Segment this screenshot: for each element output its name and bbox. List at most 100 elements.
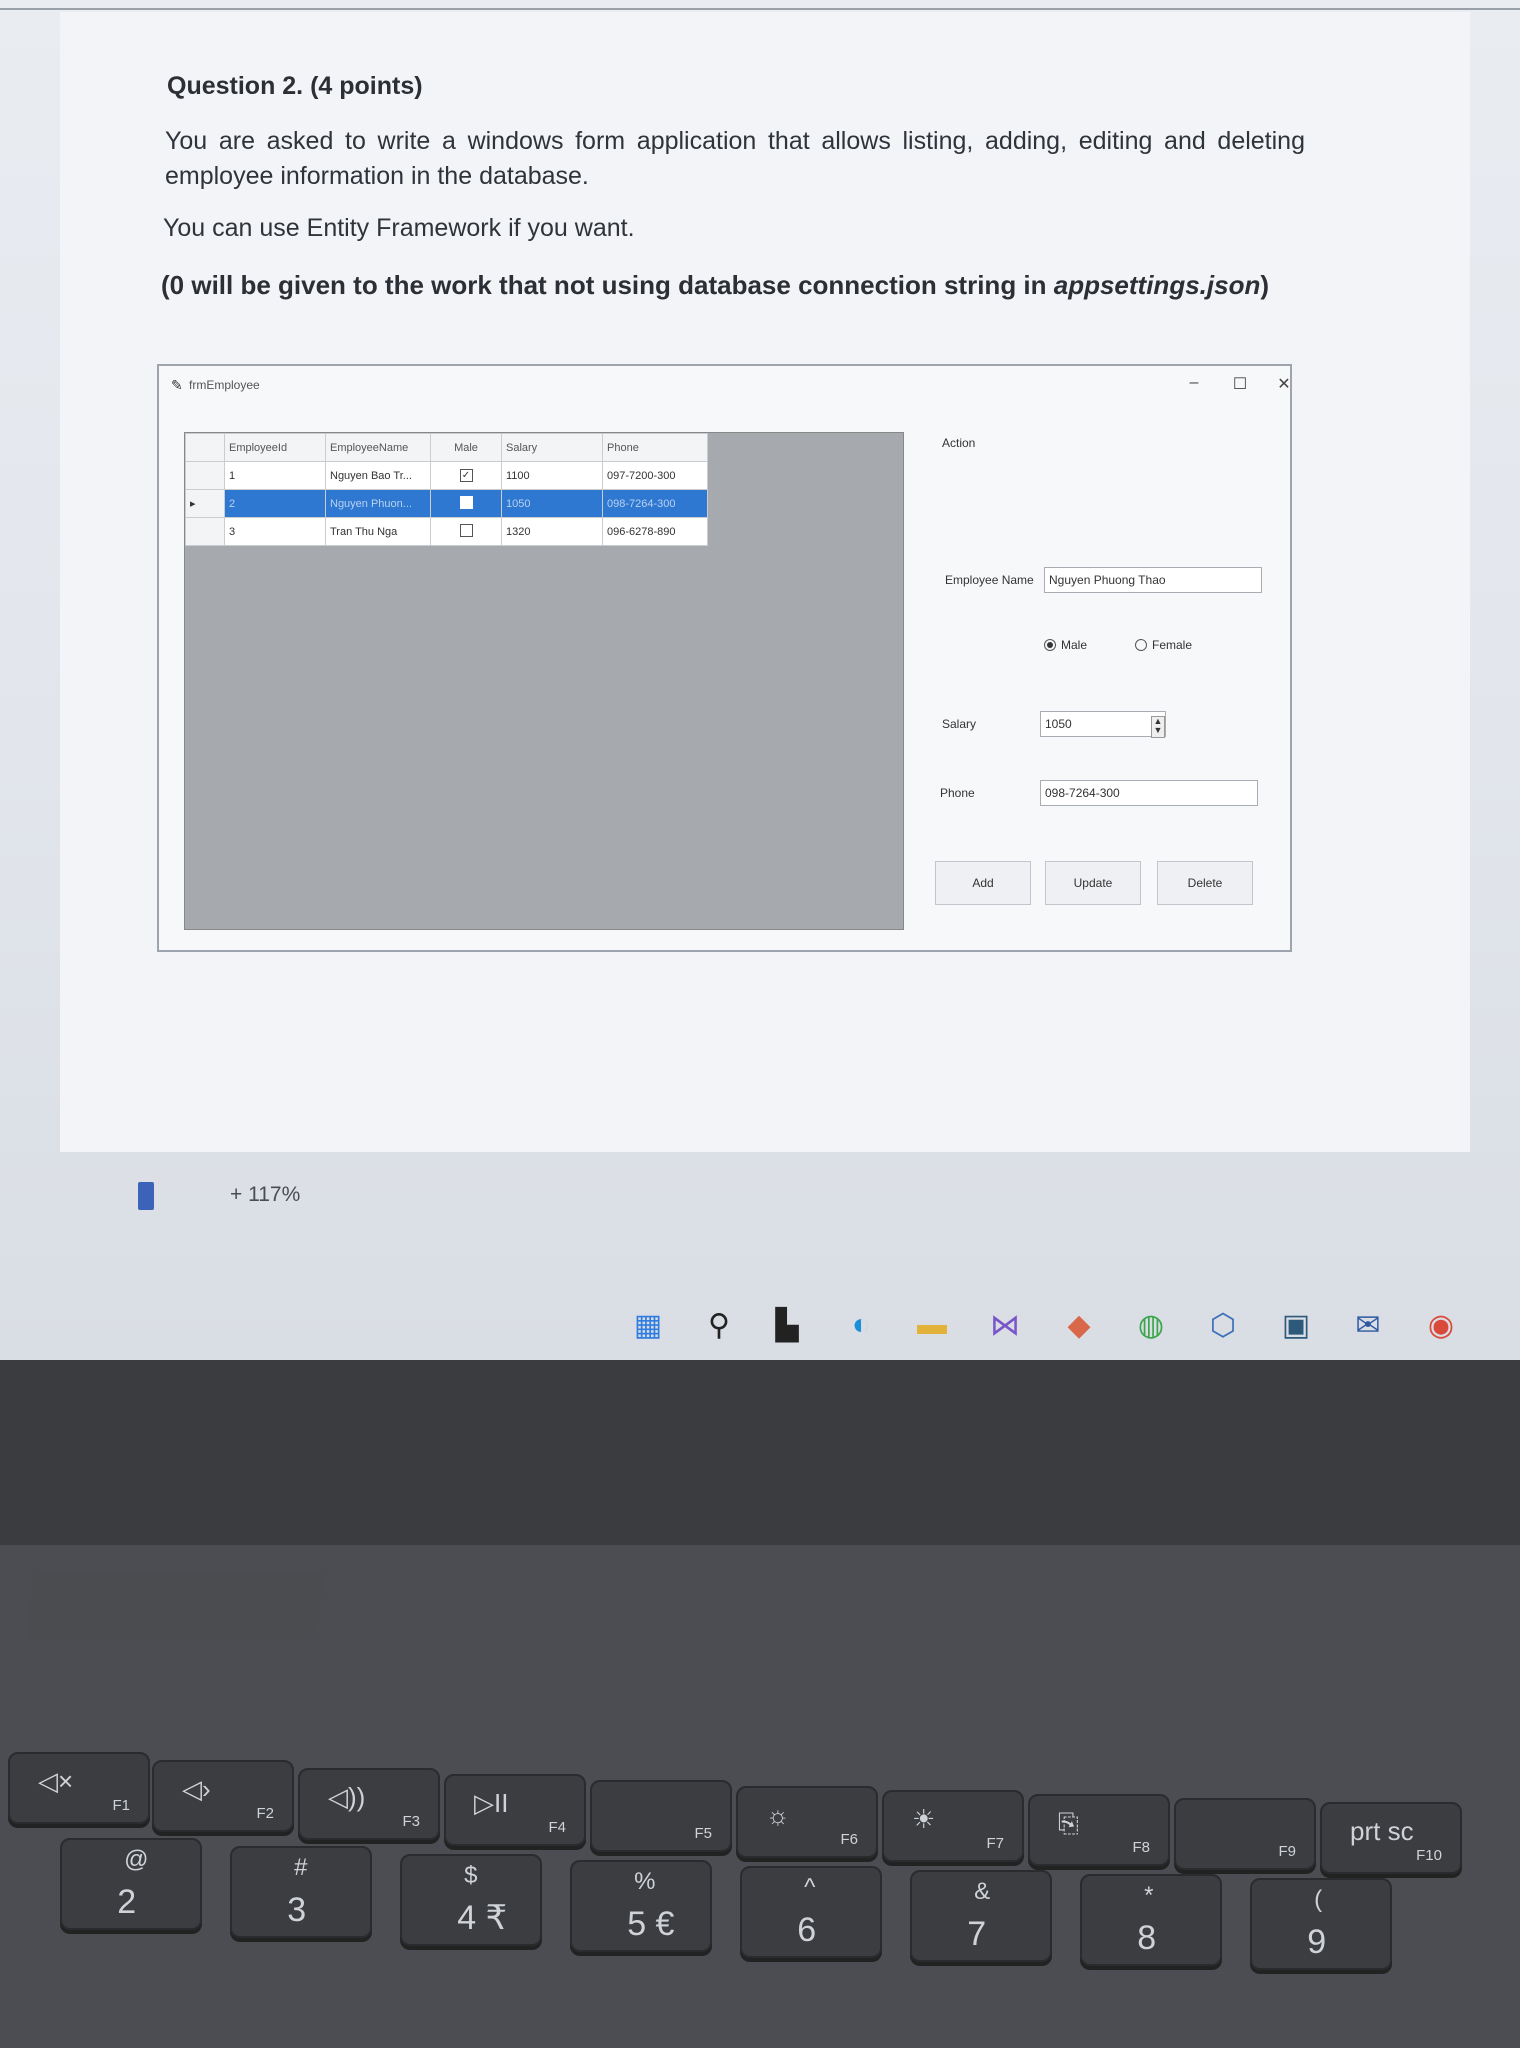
key-7[interactable]: & 7 [910, 1870, 1052, 1962]
employee-datagrid[interactable]: EmployeeId EmployeeName Male Salary Phon… [184, 432, 904, 930]
male-checkbox[interactable]: ✓ [459, 469, 473, 482]
key-f4[interactable]: ▷II F4 [444, 1774, 586, 1846]
key-5[interactable]: % 5 € [570, 1860, 712, 1952]
row-header[interactable] [185, 461, 225, 490]
phone-input[interactable] [1040, 780, 1258, 806]
male-checkbox[interactable] [459, 523, 473, 537]
cell-salary[interactable]: 1320 [501, 517, 603, 546]
cell-employeeid[interactable]: 2 [224, 489, 326, 518]
cell-employeename[interactable]: Nguyen Phuon... [325, 489, 431, 518]
key-fn-label: F7 [986, 1835, 1004, 1852]
windows-start-icon[interactable]: ▦ [629, 1306, 667, 1344]
zoom-level[interactable]: + 117% [230, 1183, 300, 1207]
row-header[interactable]: ▸ [185, 489, 225, 518]
phone-label: Phone [940, 786, 975, 800]
app-icon-3[interactable]: ▣ [1277, 1306, 1315, 1344]
key-symbol: prt sc [1350, 1816, 1414, 1846]
male-checkbox[interactable] [459, 495, 473, 509]
cube-icon[interactable]: ⬡ [1204, 1306, 1242, 1344]
cell-employeeid[interactable]: 1 [224, 461, 326, 490]
key-f9[interactable]: F9 [1174, 1798, 1316, 1870]
cell-phone[interactable]: 098-7264-300 [602, 489, 708, 518]
file-explorer-icon[interactable]: ▬ [913, 1306, 951, 1344]
key-fn-label: F4 [548, 1819, 566, 1836]
key-8[interactable]: * 8 [1080, 1874, 1222, 1966]
app-icon[interactable]: ◆ [1060, 1306, 1098, 1344]
chrome-icon[interactable]: ◉ [1422, 1306, 1460, 1344]
add-button[interactable]: Add [935, 861, 1031, 905]
key-symbol: ◁× [38, 1766, 74, 1796]
minimize-button[interactable]: – [1179, 374, 1209, 392]
column-header-employeeid[interactable]: EmployeeId [224, 433, 326, 462]
key-3[interactable]: #3 [230, 1846, 372, 1938]
key-4[interactable]: $4 ₹ [400, 1854, 542, 1946]
key-symbol: ▷II [474, 1788, 509, 1818]
key-6[interactable]: ^ 6 [740, 1866, 882, 1958]
key-symbol: ☀ [912, 1804, 936, 1834]
key-fn-label: F10 [1416, 1847, 1442, 1864]
edge-icon[interactable]: ◐ [842, 1306, 880, 1344]
key-symbol: ◁› [182, 1774, 211, 1804]
key-fn-label: F8 [1132, 1839, 1150, 1856]
key-f2[interactable]: ◁› F2 [152, 1760, 294, 1832]
update-button[interactable]: Update [1045, 861, 1141, 905]
screen-top-divider [0, 8, 1520, 10]
column-header-salary[interactable]: Salary [501, 433, 603, 462]
paragraph-3-prefix: (0 will be given to the work that not us… [161, 270, 1054, 300]
key-f3[interactable]: ◁)) F3 [298, 1768, 440, 1840]
key-f6[interactable]: ☼ F6 [736, 1786, 878, 1858]
close-button[interactable]: ✕ [1269, 374, 1299, 394]
appsettings-filename: appsettings.json [1053, 270, 1261, 300]
maximize-button[interactable]: ☐ [1225, 374, 1255, 394]
key-fn-label: F3 [402, 1813, 420, 1830]
key-shift-symbol: % [634, 1868, 656, 1895]
key-shift-symbol: * [1144, 1882, 1154, 1909]
cell-phone[interactable]: 097-7200-300 [602, 461, 708, 490]
table-row[interactable]: ▸ 2 Nguyen Phuon... 1050 098-7264-300 [185, 489, 708, 518]
female-radio-dot [1135, 639, 1147, 651]
cell-employeename[interactable]: Nguyen Bao Tr... [325, 461, 431, 490]
delete-button[interactable]: Delete [1157, 861, 1253, 905]
key-f1[interactable]: ◁× F1 [8, 1752, 150, 1824]
table-row[interactable]: 1 Nguyen Bao Tr... ✓ 1100 097-7200-300 [185, 461, 708, 490]
column-header-phone[interactable]: Phone [602, 433, 708, 462]
visual-studio-icon[interactable]: ⋈ [986, 1306, 1024, 1344]
form-titlebar[interactable]: ✎ frmEmployee – ☐ ✕ [159, 366, 1291, 406]
laptop-bezel [0, 1360, 1520, 1560]
key-f8[interactable]: ⎘ F8 [1028, 1794, 1170, 1866]
cell-male[interactable]: ✓ [430, 461, 502, 490]
key-fn-label: F1 [112, 1797, 130, 1814]
key-fn-label: F5 [694, 1825, 712, 1842]
key-9[interactable]: (9 [1250, 1878, 1392, 1970]
column-header-employeename[interactable]: EmployeeName [325, 433, 431, 462]
key-f10[interactable]: prt sc F10 [1320, 1802, 1462, 1874]
key-number: 6 [797, 1911, 817, 1949]
female-radio[interactable]: Female [1135, 638, 1192, 652]
task-view-icon[interactable]: ▙ [768, 1306, 806, 1344]
salary-numeric-input[interactable] [1040, 711, 1166, 737]
row-header-corner [185, 433, 225, 462]
key-f7[interactable]: ☀ F7 [882, 1790, 1024, 1862]
key-symbol: ◁)) [328, 1782, 366, 1812]
cell-salary[interactable]: 1100 [501, 461, 603, 490]
salary-spinner-arrows[interactable]: ▲ ▼ [1151, 716, 1165, 738]
app-icon-2[interactable]: ◍ [1132, 1306, 1170, 1344]
column-header-male[interactable]: Male [430, 433, 502, 462]
row-header[interactable] [185, 517, 225, 546]
cell-salary[interactable]: 1050 [501, 489, 603, 518]
search-icon[interactable]: ⚲ [700, 1306, 738, 1344]
mail-icon[interactable]: ✉ [1349, 1306, 1387, 1344]
employee-name-input[interactable] [1044, 567, 1262, 593]
cell-employeeid[interactable]: 3 [224, 517, 326, 546]
key-f5[interactable]: F5 [590, 1780, 732, 1852]
cell-male[interactable] [430, 489, 502, 518]
key-shift-symbol: @ [124, 1846, 149, 1873]
key-2[interactable]: @2 [60, 1838, 202, 1930]
cell-phone[interactable]: 096-6278-890 [602, 517, 708, 546]
cell-male[interactable] [430, 517, 502, 546]
table-row[interactable]: 3 Tran Thu Nga 1320 096-6278-890 [185, 517, 708, 546]
cell-employeename[interactable]: Tran Thu Nga [325, 517, 431, 546]
male-radio[interactable]: Male [1044, 638, 1087, 652]
question-paragraph-3: (0 will be given to the work that not us… [161, 270, 1269, 301]
key-number: 2 [117, 1883, 137, 1921]
